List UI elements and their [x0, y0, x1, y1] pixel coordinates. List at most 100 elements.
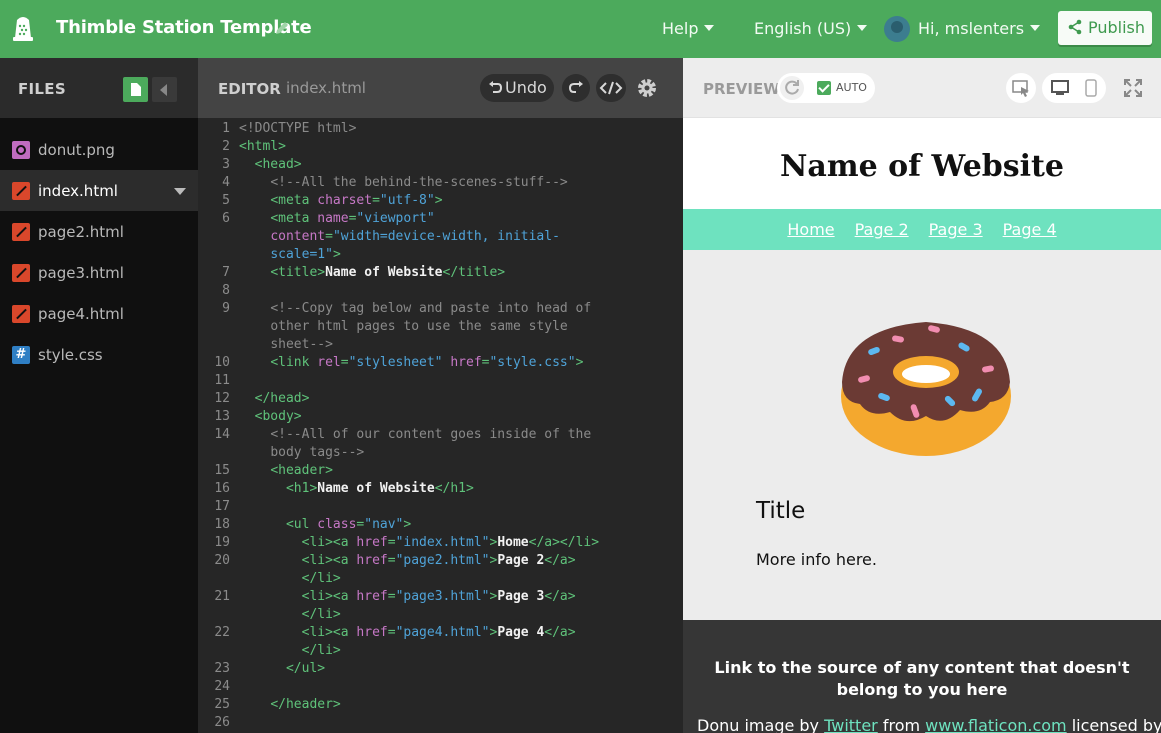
undo-button[interactable]: Undo	[480, 74, 554, 102]
inspect-cursor-icon	[1012, 80, 1029, 97]
code-text: <meta charset="utf-8">	[270, 193, 443, 208]
line-number: 4	[222, 175, 230, 190]
auto-refresh-checkbox[interactable]	[817, 81, 831, 95]
user-greeting: Hi, mslenters	[918, 19, 1025, 38]
line-number: 8	[222, 283, 230, 298]
snippets-button[interactable]	[596, 74, 626, 102]
footer-credit: Donu image by Twitter from www.flaticon.…	[697, 716, 1161, 733]
editor-filename: index.html	[286, 79, 366, 97]
chevron-down-icon	[857, 25, 868, 31]
file-item-donut-png[interactable]: donut.png	[0, 129, 198, 170]
desktop-icon[interactable]	[1044, 73, 1076, 103]
html-file-icon	[12, 182, 30, 200]
code-text: <title>Name of Website</title>	[270, 265, 506, 280]
line-number: 21	[214, 589, 230, 604]
file-item-page4-html[interactable]: page4.html	[0, 293, 198, 334]
line-number: 14	[214, 427, 230, 442]
line-number: 20	[214, 553, 230, 568]
code-text: content="width=device-width, initial-	[270, 229, 560, 244]
help-menu[interactable]: Help	[662, 19, 715, 38]
code-text: </li>	[301, 571, 341, 586]
preview-title: PREVIEW	[703, 80, 780, 98]
credit-from: from	[882, 716, 921, 733]
code-text: <li><a href="page4.html">Page 4</a>	[301, 625, 576, 640]
mobile-icon[interactable]	[1076, 73, 1106, 103]
code-text: <li><a href="page2.html">Page 2</a>	[301, 553, 576, 568]
code-text: <head>	[254, 157, 302, 172]
credit-licensed: licensed by	[1071, 716, 1161, 733]
line-number: 11	[214, 373, 230, 388]
nav-link-page-4[interactable]: Page 4	[1003, 220, 1057, 239]
nav-link-page-2[interactable]: Page 2	[855, 220, 909, 239]
thimble-logo-icon[interactable]	[11, 14, 35, 42]
code-text: <ul class="nav">	[285, 517, 412, 532]
top-bar: Thimble Station Template Help English (U…	[0, 0, 1161, 58]
file-item-page2-html[interactable]: page2.html	[0, 211, 198, 252]
code-text: </head>	[254, 391, 310, 406]
code-text: <html>	[239, 139, 286, 154]
code-text: <li><a href="index.html">Home</a></li>	[301, 535, 600, 550]
css-file-icon: #	[12, 346, 30, 364]
redo-button[interactable]	[562, 74, 590, 102]
editor-title: EDITOR	[218, 80, 281, 98]
file-item-style-css[interactable]: # style.css	[0, 334, 198, 375]
chevron-down-icon	[704, 25, 715, 31]
site-header: Name of Website	[683, 118, 1161, 209]
section-title: Title	[756, 498, 806, 524]
refresh-icon	[785, 80, 799, 95]
credit-author-link[interactable]: Twitter	[824, 716, 878, 733]
line-number: 13	[214, 409, 230, 424]
new-file-button[interactable]	[123, 77, 148, 102]
avatar[interactable]	[884, 16, 910, 42]
nav-link-home[interactable]: Home	[787, 220, 834, 239]
file-options-chevron-icon[interactable]	[174, 188, 186, 195]
credit-site-link[interactable]: www.flaticon.com	[925, 716, 1066, 733]
files-header: FILES	[0, 58, 198, 118]
donut-image	[841, 322, 1011, 456]
image-file-icon	[12, 141, 30, 159]
section-text: More info here.	[756, 550, 877, 569]
code-text: <!--All the behind-the-scenes-stuff-->	[270, 175, 568, 190]
file-item-index-html[interactable]: index.html	[0, 170, 198, 211]
line-number: 12	[214, 391, 230, 406]
html-file-icon	[12, 305, 30, 323]
edit-title-pencil-icon[interactable]	[274, 20, 290, 36]
line-number: 19	[214, 535, 230, 550]
preview-header: PREVIEW AUTO	[683, 58, 1161, 118]
refresh-button[interactable]	[780, 76, 804, 100]
file-name: page3.html	[38, 264, 124, 282]
line-number: 18	[214, 517, 230, 532]
language-menu[interactable]: English (US)	[754, 19, 868, 38]
collapse-panel-button[interactable]	[152, 77, 177, 102]
code-text: <!DOCTYPE html>	[239, 121, 357, 136]
line-number: 15	[214, 463, 230, 478]
gear-icon[interactable]	[636, 77, 658, 99]
footer-source-text: Link to the source of any content that d…	[714, 658, 1130, 699]
code-text: <header>	[270, 463, 333, 478]
line-number: 24	[214, 679, 230, 694]
code-text: sheet-->	[270, 337, 333, 352]
site-title: Name of Website	[779, 149, 1065, 184]
publish-button[interactable]: Publish	[1058, 11, 1152, 45]
undo-icon	[489, 81, 503, 93]
publish-label: Publish	[1088, 18, 1146, 37]
editor-panel: EDITOR index.html Undo 1 <!DOCTYPE html> 2…	[198, 58, 683, 733]
file-item-page3-html[interactable]: page3.html	[0, 252, 198, 293]
line-number: 2	[222, 139, 230, 154]
editor-header: EDITOR index.html Undo	[198, 58, 683, 118]
user-menu[interactable]: Hi, mslenters	[918, 19, 1041, 38]
code-text: <!--Copy tag below and paste into head o…	[270, 301, 592, 316]
nav-link-page-3[interactable]: Page 3	[929, 220, 983, 239]
preview-panel: PREVIEW AUTO Name of Website Home Page 2…	[683, 58, 1161, 733]
html-file-icon	[12, 264, 30, 282]
site-nav: Home Page 2 Page 3 Page 4	[683, 209, 1161, 250]
code-text: other html pages to use the same style	[270, 319, 568, 334]
redo-icon	[568, 81, 583, 93]
inspector-button[interactable]	[1006, 73, 1036, 103]
chevron-down-icon	[1030, 25, 1041, 31]
line-number: 1	[222, 121, 230, 136]
fullscreen-icon[interactable]	[1124, 79, 1142, 97]
code-text: <meta name="viewport"	[270, 211, 435, 226]
refresh-controls: AUTO	[777, 73, 875, 103]
files-panel: FILES donut.png index.html page2.html pa…	[0, 58, 198, 733]
